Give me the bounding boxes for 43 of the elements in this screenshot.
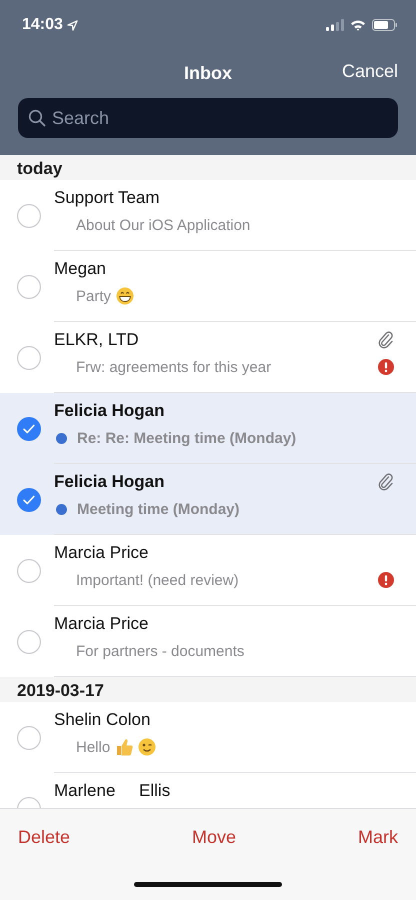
sender-name: Felicia Hogan	[54, 472, 165, 492]
toolbar-button[interactable]: Delete	[18, 827, 70, 848]
sender-name: Marcia Price	[54, 543, 148, 563]
checkbox[interactable]	[17, 558, 41, 582]
toolbar-button[interactable]: Move	[192, 827, 236, 848]
wifi-icon	[350, 19, 366, 31]
sender-name: Marlene Ellis	[54, 781, 170, 801]
inbox-title: Inbox	[184, 62, 232, 84]
signal-icon	[326, 19, 344, 31]
section-header: 2019-03-17	[0, 677, 416, 702]
checkbox[interactable]	[17, 630, 41, 654]
message-subject: Party	[76, 288, 112, 304]
checkbox[interactable]	[17, 726, 41, 750]
message-subject: Meeting time (Monday)	[77, 500, 240, 518]
toolbar-button[interactable]: Mark	[358, 827, 398, 848]
checkbox[interactable]	[17, 274, 41, 298]
cancel-button[interactable]: Cancel	[342, 61, 398, 82]
message-subject: About Our iOS Application	[76, 216, 250, 234]
thumbs-up-icon	[115, 738, 134, 756]
checked-checkbox[interactable]	[17, 488, 41, 512]
location-arrow-icon	[66, 20, 78, 30]
checkbox[interactable]	[17, 204, 41, 228]
winking-face-icon	[138, 738, 156, 756]
status-time: 14:03	[22, 16, 63, 34]
checked-checkbox[interactable]	[17, 416, 41, 440]
message-row[interactable]: Felicia Hogan Re: Re: Meeting time (Monday)	[0, 393, 416, 464]
checkbox[interactable]	[17, 346, 41, 370]
grinning-face-icon	[116, 287, 134, 305]
message-subject: Frw: agreements for this year	[76, 358, 272, 376]
message-subject: Important! (need review)	[76, 572, 239, 588]
sender-name: Support Team	[54, 188, 160, 208]
message-subject: For partners - documents	[76, 642, 244, 660]
message-row[interactable]: Felicia Hogan Meeting time (Monday)	[0, 464, 416, 535]
sender-name: ELKR, LTD	[54, 330, 139, 350]
sender-name: Marcia Price	[54, 614, 148, 634]
sender-name: Shelin Colon	[54, 710, 150, 730]
battery-icon	[372, 19, 398, 31]
section-header: today	[0, 155, 416, 180]
message-subject: Hello	[76, 738, 110, 756]
sender-name: Megan	[54, 259, 106, 279]
sender-name: Felicia Hogan	[54, 401, 165, 421]
message-subject: Re: Re: Meeting time (Monday)	[77, 430, 296, 446]
search-icon	[28, 109, 46, 127]
